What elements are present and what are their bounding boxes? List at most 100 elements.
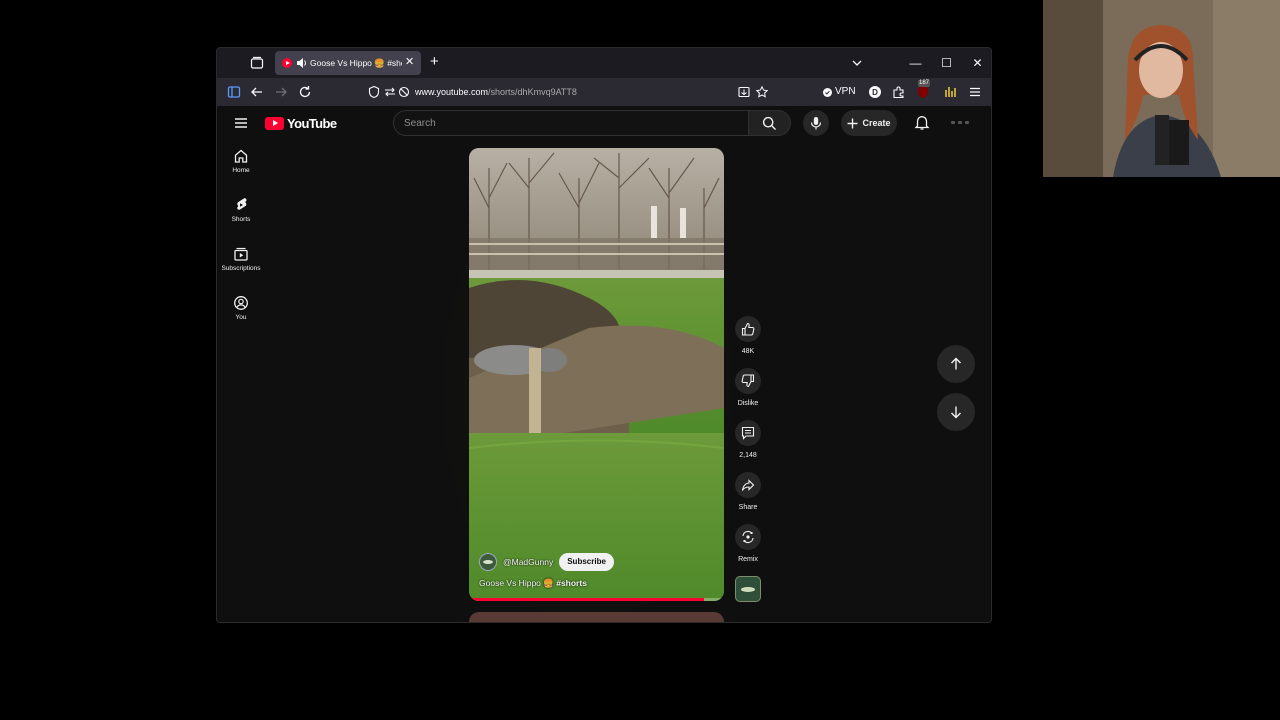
guide-label-home: Home bbox=[232, 167, 250, 174]
video-frame bbox=[469, 148, 724, 601]
url-text: www.youtube.com/shorts/dhKmvq9ATT8 bbox=[415, 85, 577, 99]
comment-count: 2,148 bbox=[739, 452, 757, 459]
guide-item-subscriptions[interactable]: Subscriptions bbox=[217, 246, 265, 290]
vpn-button[interactable]: VPN bbox=[823, 84, 856, 100]
shorts-icon bbox=[237, 198, 247, 210]
speaker-icon[interactable] bbox=[296, 56, 308, 70]
search-input[interactable] bbox=[394, 111, 748, 135]
guide-item-home[interactable]: Home bbox=[217, 148, 265, 192]
minimize-button[interactable]: — bbox=[900, 48, 931, 78]
youtube-page: YouTube Create Home bbox=[217, 106, 991, 622]
short-title-text: Goose Vs Hippo 🍔 bbox=[479, 578, 554, 588]
back-icon[interactable] bbox=[249, 84, 265, 100]
arrow-up-icon bbox=[951, 357, 961, 370]
guide-menu-icon[interactable] bbox=[231, 113, 251, 133]
remix-action[interactable]: Remix bbox=[731, 524, 765, 565]
create-label: Create bbox=[862, 118, 891, 128]
search-button[interactable] bbox=[749, 110, 791, 136]
navigation-toolbar: www.youtube.com/shorts/dhKmvq9ATT8 VPN D… bbox=[217, 78, 991, 106]
tab-close-icon[interactable]: ✕ bbox=[405, 55, 414, 69]
share-label: Share bbox=[738, 504, 758, 511]
dislike-action[interactable]: Dislike bbox=[731, 368, 765, 409]
tab-strip: Goose Vs Hippo 🍔 #shorts ✕ + — ☐ ✕ bbox=[217, 48, 991, 78]
sidebar-toggle-icon[interactable] bbox=[226, 84, 242, 100]
like-action[interactable]: 48K bbox=[731, 316, 765, 357]
plus-icon bbox=[847, 118, 858, 128]
webcam-person-image bbox=[1043, 0, 1280, 177]
masthead: YouTube Create bbox=[217, 106, 991, 140]
browser-window: Goose Vs Hippo 🍔 #shorts ✕ + — ☐ ✕ www.y… bbox=[216, 47, 992, 623]
shorts-video-player[interactable]: @MadGunny Subscribe Goose Vs Hippo 🍔 #sh… bbox=[469, 148, 724, 601]
tab-title: Goose Vs Hippo 🍔 #shorts bbox=[310, 58, 402, 68]
forward-icon[interactable] bbox=[273, 84, 289, 100]
next-short-peek[interactable] bbox=[469, 612, 724, 622]
subscriptions-icon bbox=[234, 247, 248, 261]
ublock-extension[interactable]: 187 bbox=[915, 80, 931, 100]
camera-blocked-icon[interactable] bbox=[397, 85, 411, 99]
channel-avatar[interactable] bbox=[479, 553, 497, 571]
comments-action[interactable]: 2,148 bbox=[731, 420, 765, 461]
tab-list-icon[interactable] bbox=[249, 55, 265, 71]
youtube-logo-text: YouTube bbox=[287, 115, 337, 131]
bookmark-star-icon[interactable] bbox=[755, 85, 769, 99]
previous-short-button[interactable] bbox=[937, 345, 975, 383]
thumbs-up-icon bbox=[741, 322, 755, 336]
guide-label-you: You bbox=[235, 314, 247, 321]
thumbs-down-icon bbox=[741, 374, 755, 388]
close-window-button[interactable]: ✕ bbox=[962, 48, 991, 78]
video-progress-bar[interactable] bbox=[469, 598, 724, 601]
vpn-label: VPN bbox=[835, 86, 856, 97]
extension-d-icon[interactable]: D bbox=[867, 84, 883, 100]
app-menu-icon[interactable] bbox=[967, 84, 983, 100]
arrow-down-icon bbox=[951, 406, 961, 419]
create-button[interactable]: Create bbox=[841, 110, 897, 136]
hashtag-link[interactable]: #shorts bbox=[556, 578, 587, 588]
reload-icon[interactable] bbox=[297, 84, 313, 100]
reader-view-icon[interactable] bbox=[737, 85, 751, 99]
notifications-bell-icon[interactable] bbox=[913, 113, 931, 131]
home-icon bbox=[234, 149, 248, 163]
channel-handle[interactable]: @MadGunny bbox=[503, 557, 553, 567]
list-all-tabs-icon[interactable] bbox=[849, 55, 865, 71]
ublock-badge: 187 bbox=[918, 80, 931, 87]
maximize-button[interactable]: ☐ bbox=[931, 48, 962, 78]
youtube-favicon-icon bbox=[282, 58, 292, 68]
guide-item-shorts[interactable]: Shorts bbox=[217, 197, 265, 241]
search-icon bbox=[762, 116, 776, 130]
webcam-overlay bbox=[1043, 0, 1280, 177]
avatar-loading-placeholder[interactable] bbox=[951, 121, 969, 124]
guide-label-shorts: Shorts bbox=[231, 216, 251, 223]
voice-search-button[interactable] bbox=[803, 110, 829, 136]
extensions-puzzle-icon[interactable] bbox=[891, 84, 907, 100]
svg-text:D: D bbox=[872, 88, 878, 97]
channel-bar: @MadGunny Subscribe bbox=[479, 553, 614, 571]
search-box bbox=[393, 110, 749, 136]
tracking-protection-icon[interactable] bbox=[367, 85, 381, 99]
subscribe-button[interactable]: Subscribe bbox=[559, 553, 614, 571]
guide-label-subscriptions: Subscriptions bbox=[221, 265, 261, 272]
url-host: www.youtube.com bbox=[415, 87, 489, 97]
share-arrow-icon bbox=[741, 479, 755, 491]
remix-icon bbox=[742, 530, 754, 544]
comment-icon bbox=[741, 426, 755, 440]
dislike-label: Dislike bbox=[737, 400, 759, 407]
address-bar[interactable]: www.youtube.com/shorts/dhKmvq9ATT8 bbox=[363, 81, 773, 103]
like-count: 48K bbox=[741, 348, 755, 355]
youtube-logo-icon bbox=[265, 116, 284, 130]
url-path: /shorts/dhKmvq9ATT8 bbox=[488, 87, 577, 97]
permissions-icon[interactable] bbox=[383, 85, 397, 99]
guide-item-you[interactable]: You bbox=[217, 295, 265, 339]
next-short-button[interactable] bbox=[937, 393, 975, 431]
microphone-icon bbox=[810, 117, 822, 130]
active-tab[interactable]: Goose Vs Hippo 🍔 #shorts ✕ bbox=[275, 51, 421, 75]
new-tab-button[interactable]: + bbox=[430, 54, 439, 70]
share-action[interactable]: Share bbox=[731, 472, 765, 513]
channel-avatar-button[interactable] bbox=[735, 576, 761, 602]
vpn-shield-icon bbox=[823, 87, 832, 97]
account-icon bbox=[234, 296, 248, 310]
remix-label: Remix bbox=[738, 556, 758, 563]
video-progress-fill bbox=[469, 598, 704, 601]
short-title: Goose Vs Hippo 🍔 #shorts bbox=[479, 578, 587, 589]
equalizer-extension-icon[interactable] bbox=[942, 84, 958, 100]
youtube-logo[interactable]: YouTube bbox=[265, 115, 337, 131]
